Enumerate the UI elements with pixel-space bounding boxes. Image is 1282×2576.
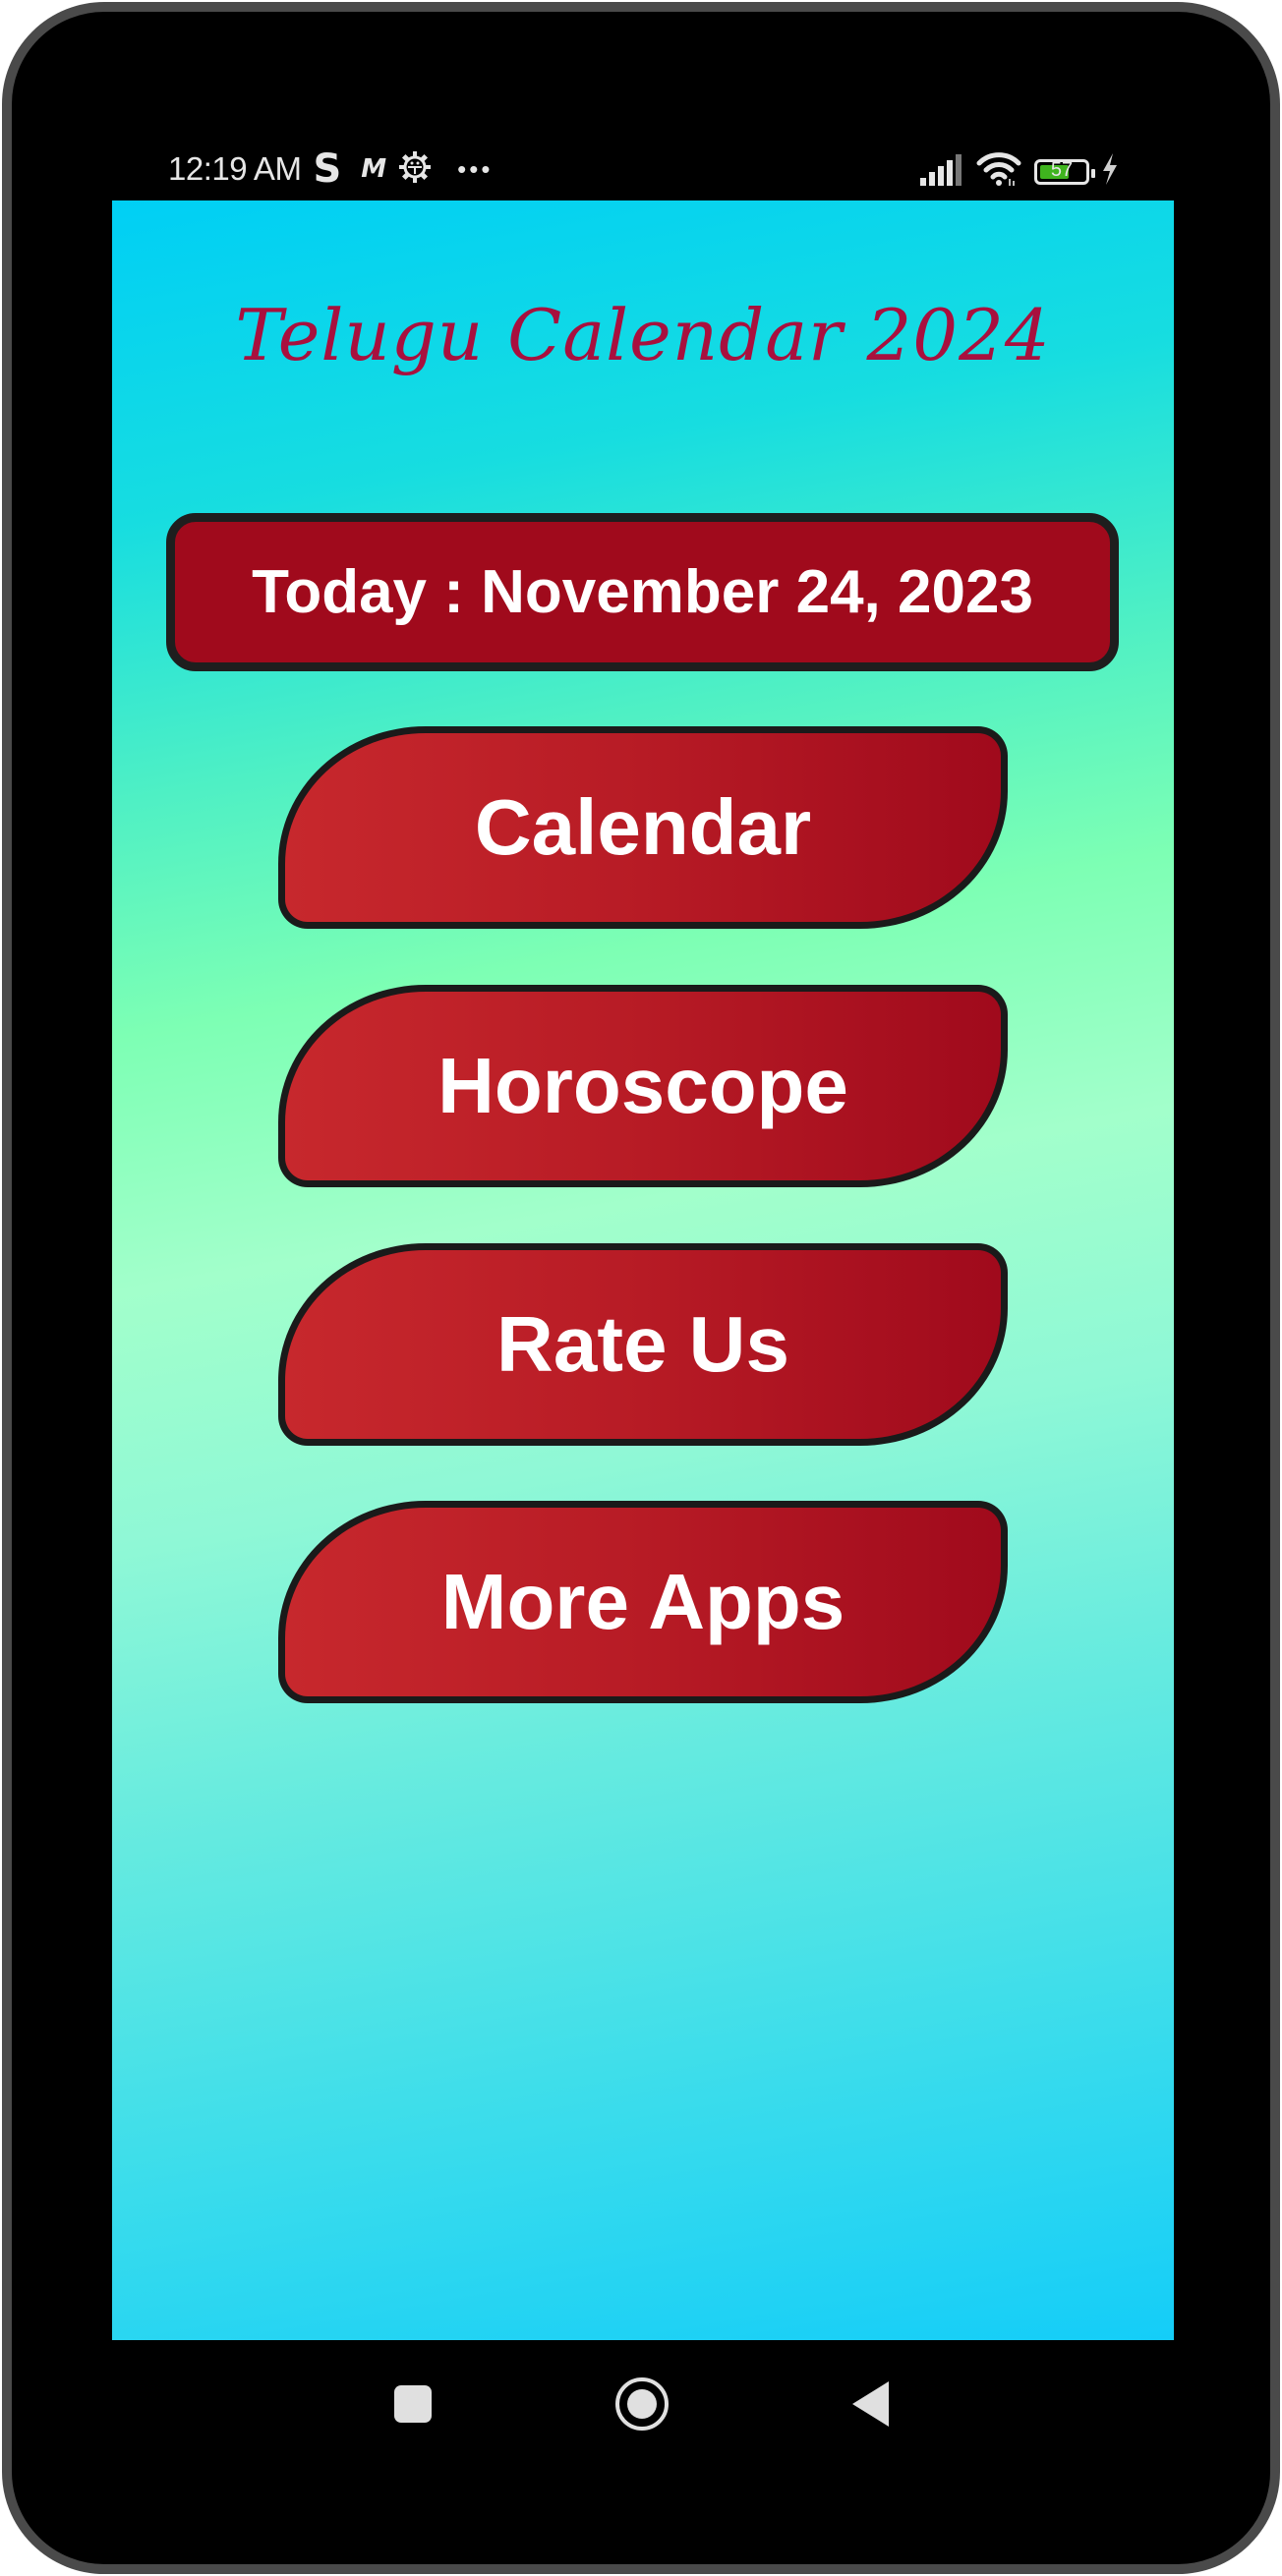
status-right: 57 [920, 151, 1119, 192]
android-debug-gear-icon [398, 150, 432, 189]
status-bar: 12:19 AM S M ••• 57 [112, 138, 1174, 200]
wifi-icon [975, 151, 1022, 192]
more-notifications-icon: ••• [457, 153, 494, 184]
calendar-button[interactable]: Calendar [278, 726, 1008, 929]
battery-percent: 57 [1050, 158, 1074, 181]
battery-tip [1091, 168, 1095, 178]
status-left: 12:19 AM S M ••• [168, 149, 493, 189]
recents-square-icon[interactable] [394, 2385, 432, 2423]
today-date-banner: Today : November 24, 2023 [166, 513, 1119, 671]
battery-icon: 57 [1034, 158, 1095, 185]
more-apps-button[interactable]: More Apps [278, 1501, 1008, 1703]
app-title: Telugu Calendar 2024 [235, 294, 1051, 376]
s-app-notification-icon: S [313, 146, 342, 192]
m-app-notification-icon: M [361, 154, 387, 184]
navigation-bar [112, 2340, 1174, 2468]
back-triangle-icon[interactable] [852, 2381, 889, 2427]
signal-icon [920, 152, 963, 191]
home-circle-icon[interactable] [615, 2377, 669, 2431]
app-screen: Telugu Calendar 2024 Today : November 24… [112, 200, 1174, 2340]
charging-bolt-icon [1101, 153, 1119, 190]
status-time: 12:19 AM [168, 150, 302, 187]
rate-us-button[interactable]: Rate Us [278, 1243, 1008, 1446]
horoscope-button[interactable]: Horoscope [278, 985, 1008, 1187]
